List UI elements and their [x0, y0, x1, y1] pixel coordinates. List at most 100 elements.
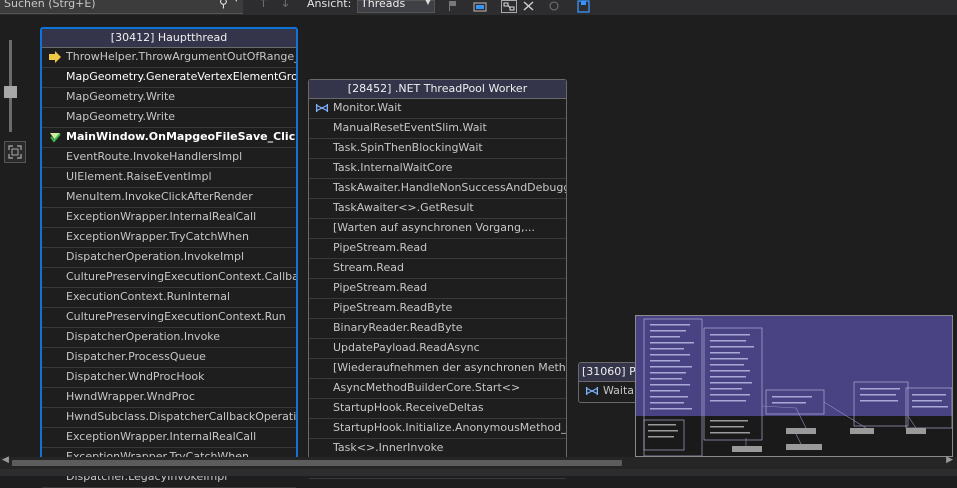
scroll-left-icon[interactable]: ◀	[2, 455, 9, 465]
stack-frame-row[interactable]: DispatcherOperation.Invoke	[42, 328, 296, 348]
stack-frame-label: TaskAwaiter<>.GetResult	[333, 201, 474, 214]
stack-frame-row[interactable]: HwndSubclass.DispatcherCallbackOperation	[42, 408, 296, 428]
zoom-slider-thumb[interactable]	[4, 86, 17, 98]
stack-frame-label: ManualResetEventSlim.Wait	[333, 121, 487, 134]
previous-match-button[interactable]: ↑	[258, 0, 269, 11]
screenshot-icon[interactable]	[472, 0, 488, 13]
horizontal-scrollbar[interactable]: ◀ ▶	[0, 455, 957, 469]
chevron-down-icon: ▼	[424, 0, 431, 6]
stack-frame-label: MapGeometry.GenerateVertexElementGroups	[66, 70, 296, 83]
stack-frame-label: PipeStream.Read	[333, 241, 428, 254]
stack-frame-label: Task.SpinThenBlockingWait	[333, 141, 483, 154]
stack-frame-row[interactable]: [Warten auf asynchronen Vorgang,...	[309, 219, 566, 239]
stack-frame-label: BinaryReader.ReadByte	[333, 321, 463, 334]
stack-frame-row[interactable]: CulturePreservingExecutionContext.Run	[42, 308, 296, 328]
next-match-button[interactable]: ↓	[280, 0, 291, 11]
stack-frame-label: ExecutionContext.RunInternal	[66, 290, 231, 303]
stack-frame-row[interactable]: ExecutionContext.RunInternal	[42, 288, 296, 308]
stack-frame-label: HwndWrapper.WndProc	[66, 390, 195, 403]
thread-card-header: [28452] .NET ThreadPool Worker	[309, 80, 566, 99]
stack-frame-label: Stream.Read	[333, 261, 404, 274]
current-frame-arrow-icon	[48, 48, 62, 66]
stack-frame-row[interactable]: ExceptionWrapper.TryCatchWhen	[42, 228, 296, 248]
stack-frame-row[interactable]: Monitor.Wait	[309, 99, 566, 119]
stack-frame-label: [Wiederaufnehmen der asynchronen Methode…	[333, 361, 566, 374]
minimap[interactable]	[635, 315, 953, 457]
search-icon[interactable]: ⚲	[219, 0, 228, 10]
stack-frame-row[interactable]: PipeStream.Read	[309, 279, 566, 299]
stack-frame-row[interactable]: TaskAwaiter.HandleNonSuccessAndDebugge..…	[309, 179, 566, 199]
user-code-marker-icon	[48, 128, 62, 146]
stack-frame-row[interactable]: Stream.Read	[309, 259, 566, 279]
stack-frame-row[interactable]: Dispatcher.WndProcHook	[42, 368, 296, 388]
stack-frame-row[interactable]: MenuItem.InvokeClickAfterRender	[42, 188, 296, 208]
stack-frame-label: ExceptionWrapper.InternalRealCall	[66, 210, 257, 223]
flag-icon[interactable]	[444, 0, 460, 13]
stack-frame-row[interactable]: Task.SpinThenBlockingWait	[309, 139, 566, 159]
stack-frame-row[interactable]: MapGeometry.Write	[42, 108, 296, 128]
stack-frame-label: UpdatePayload.ReadAsync	[333, 341, 480, 354]
thread-card-header: [30412] Hauptthread	[42, 29, 296, 48]
stack-frame-row[interactable]: Dispatcher.ProcessQueue	[42, 348, 296, 368]
stack-frame-label: Task.InternalWaitCore	[333, 161, 453, 174]
stack-frame-label: [Warten auf asynchronen Vorgang,...	[333, 221, 535, 234]
stack-frame-row[interactable]: MapGeometry.Write	[42, 88, 296, 108]
stack-frame-label: AsyncMethodBuilderCore.Start<>	[333, 381, 521, 394]
stack-frame-label: MenuItem.InvokeClickAfterRender	[66, 190, 253, 203]
save-icon[interactable]	[576, 0, 592, 13]
tools-icon[interactable]	[521, 0, 537, 13]
stack-frame-label: DispatcherOperation.InvokeImpl	[66, 250, 245, 263]
stack-frame-row[interactable]: AsyncMethodBuilderCore.Start<>	[309, 379, 566, 399]
stack-frame-label: Task<>.InnerInvoke	[333, 441, 444, 454]
stack-frame-row[interactable]: PipeStream.Read	[309, 239, 566, 259]
stack-frame-label: DispatcherOperation.Invoke	[66, 330, 221, 343]
fit-icon	[8, 145, 22, 159]
stack-frame-row[interactable]: UIElement.RaiseEventImpl	[42, 168, 296, 188]
stack-frame-label: ExceptionWrapper.TryCatchWhen	[66, 230, 249, 243]
view-select[interactable]: Threads ▼	[357, 0, 435, 13]
thread-card-pool-worker[interactable]: [28452] .NET ThreadPool Worker Monitor.W…	[308, 79, 567, 479]
stack-frame-label: StartupHook.Initialize.AnonymousMethod__…	[333, 421, 566, 434]
stack-frame-row[interactable]: ThrowHelper.ThrowArgumentOutOfRange_Inde	[42, 48, 296, 68]
scroll-right-icon[interactable]: ▶	[946, 455, 953, 465]
stack-frame-row[interactable]: ExceptionWrapper.InternalRealCall	[42, 428, 296, 448]
stack-frame-row[interactable]: CulturePreservingExecutionContext.Callba…	[42, 268, 296, 288]
stack-frame-label: ExceptionWrapper.InternalRealCall	[66, 430, 257, 443]
stack-frame-row[interactable]: MainWindow.OnMapgeoFileSave_Click	[42, 128, 296, 148]
layout-toggle-icon[interactable]	[501, 0, 517, 13]
stack-frame-label: TaskAwaiter.HandleNonSuccessAndDebugge..…	[333, 181, 566, 194]
scrollbar-thumb[interactable]	[12, 460, 622, 466]
thread-card-main[interactable]: [30412] Hauptthread ThrowHelper.ThrowArg…	[40, 27, 298, 488]
stack-frame-label: ThrowHelper.ThrowArgumentOutOfRange_Inde	[66, 50, 296, 63]
stack-frame-row[interactable]: EventRoute.InvokeHandlersImpl	[42, 148, 296, 168]
stack-frame-row[interactable]: PipeStream.ReadByte	[309, 299, 566, 319]
stack-frame-row[interactable]: HwndWrapper.WndProc	[42, 388, 296, 408]
stack-frame-row[interactable]: StartupHook.Initialize.AnonymousMethod__…	[309, 419, 566, 439]
zoom-to-fit-button[interactable]	[4, 141, 26, 163]
call-stack-list: ThrowHelper.ThrowArgumentOutOfRange_Inde…	[42, 48, 296, 488]
stack-frame-label: Dispatcher.ProcessQueue	[66, 350, 206, 363]
stack-frame-label: CulturePreservingExecutionContext.Run	[66, 310, 286, 323]
stack-frame-row[interactable]: DispatcherOperation.InvokeImpl	[42, 248, 296, 268]
search-input[interactable]: Suchen (Strg+E) ⚲ ▾	[0, 0, 243, 14]
stack-frame-label: MapGeometry.Write	[66, 90, 176, 103]
minimap-graph	[643, 318, 952, 456]
stack-frame-row[interactable]: StartupHook.ReceiveDeltas	[309, 399, 566, 419]
stack-frame-row[interactable]: UpdatePayload.ReadAsync	[309, 339, 566, 359]
stack-frame-row[interactable]: ExceptionWrapper.InternalRealCall	[42, 208, 296, 228]
search-placeholder: Suchen (Strg+E)	[4, 0, 96, 10]
stack-frame-row[interactable]: BinaryReader.ReadByte	[309, 319, 566, 339]
stack-frame-row[interactable]: [Wiederaufnehmen der asynchronen Methode…	[309, 359, 566, 379]
stack-frame-label: PipeStream.Read	[333, 281, 428, 294]
stack-frame-row[interactable]: ManualResetEventSlim.Wait	[309, 119, 566, 139]
stack-frame-label: MainWindow.OnMapgeoFileSave_Click	[66, 130, 296, 143]
chevron-down-icon[interactable]: ▾	[234, 0, 239, 5]
toolbar: Suchen (Strg+E) ⚲ ▾ ↑ ↓ Ansicht: Threads…	[0, 0, 957, 15]
refresh-icon[interactable]	[546, 0, 562, 13]
stack-frame-row[interactable]: Task<>.InnerInvoke	[309, 439, 566, 459]
stack-frame-row[interactable]: MapGeometry.GenerateVertexElementGroups	[42, 68, 296, 88]
wait-icon	[315, 99, 329, 117]
stack-frame-row[interactable]: Task.InternalWaitCore	[309, 159, 566, 179]
stack-frame-row[interactable]: TaskAwaiter<>.GetResult	[309, 199, 566, 219]
stack-frame-label: EventRoute.InvokeHandlersImpl	[66, 150, 243, 163]
